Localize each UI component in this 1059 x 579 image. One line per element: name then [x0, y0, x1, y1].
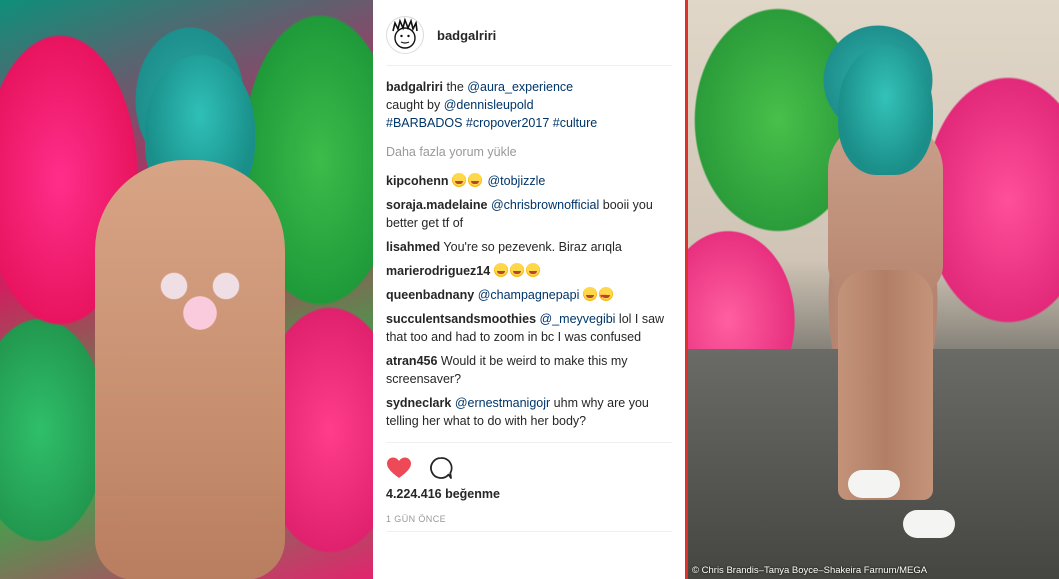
comments-section: badgalriri the @aura_experience caught b… — [386, 78, 676, 436]
heart-icon — [387, 457, 411, 478]
load-more-comments-link[interactable]: Daha fazla yorum yükle — [386, 143, 676, 161]
comment-username[interactable]: queenbadnany — [386, 288, 474, 302]
likes-count[interactable]: 4.224.416 beğenme — [386, 487, 500, 501]
photo-figure-legs — [838, 270, 933, 500]
like-button[interactable] — [386, 455, 412, 481]
photo-figure-shoe — [903, 510, 955, 538]
news-photo-right: © Chris Brandis–Tanya Boyce–Shakeira Far… — [688, 0, 1059, 579]
cry-laugh-emoji — [468, 173, 482, 187]
comment-bubble-icon — [430, 456, 453, 479]
yum-emoji — [525, 263, 540, 277]
comment-username[interactable]: atran456 — [386, 354, 437, 368]
photo-figure-shoe — [848, 470, 900, 498]
comment-username[interactable]: lisahmed — [386, 240, 440, 254]
avatar-sketch-icon — [392, 17, 418, 49]
caption-mention[interactable]: @aura_experience — [467, 80, 573, 94]
comment-username[interactable]: succulentsandsmoothies — [386, 312, 536, 326]
photo-figure-costume — [135, 250, 265, 340]
yum-emoji — [493, 263, 508, 277]
divider — [386, 531, 672, 532]
avatar[interactable] — [386, 16, 424, 54]
comment-mention[interactable]: @chrisbrownofficial — [491, 198, 599, 212]
comment-text: You're so pezevenk. Biraz arıqla — [440, 240, 622, 254]
weary-emoji — [582, 287, 597, 301]
comment: sydneclark @ernestmanigojr uhm why are y… — [386, 394, 676, 430]
heart-eyes-emoji — [598, 287, 613, 306]
post-caption: badgalriri the @aura_experience caught b… — [386, 78, 676, 132]
caption-text: the — [442, 80, 468, 94]
comment: queenbadnany @champagnepapi — [386, 286, 676, 306]
photo-credit: © Chris Brandis–Tanya Boyce–Shakeira Far… — [692, 565, 928, 576]
post-photo-left — [0, 0, 373, 579]
photo-figure-body — [95, 160, 285, 579]
cry-laugh-emoji — [452, 173, 466, 187]
post-timestamp: 1 GÜN ÖNCE — [386, 514, 447, 524]
post-header: badgalriri — [386, 5, 672, 66]
post-author-username[interactable]: badgalriri — [437, 28, 496, 43]
comment-mention[interactable]: @_meyvegibi — [540, 312, 616, 326]
comment: succulentsandsmoothies @_meyvegibi lol I… — [386, 310, 676, 346]
photo-figure-hair — [838, 45, 933, 175]
comment-username[interactable]: soraja.madelaine — [386, 198, 487, 212]
yum-emoji — [509, 263, 524, 277]
comment-username[interactable]: marierodriguez14 — [386, 264, 490, 278]
comment: kipcohenn @tobjizzle — [386, 172, 676, 190]
comment-username[interactable]: sydneclark — [386, 396, 451, 410]
comment: marierodriguez14 — [386, 262, 676, 280]
comment-username[interactable]: kipcohenn — [386, 174, 449, 188]
post-panel: badgalriri badgalriri the @aura_experien… — [373, 0, 685, 579]
comment-mention[interactable]: @ernestmanigojr — [455, 396, 550, 410]
caption-mention[interactable]: @dennisleupold — [444, 98, 534, 112]
caption-hashtags[interactable]: #BARBADOS #cropover2017 #culture — [386, 116, 597, 130]
comment: lisahmed You're so pezevenk. Biraz arıql… — [386, 238, 676, 256]
comment: atran456 Would it be weird to make this … — [386, 352, 676, 388]
comment: soraja.madelaine @chrisbrownofficial boo… — [386, 196, 676, 232]
post-actions-bar — [386, 442, 672, 492]
comment-button[interactable] — [428, 455, 454, 481]
caption-text: caught by — [386, 98, 444, 112]
caption-username[interactable]: badgalriri — [386, 80, 443, 94]
comment-mention[interactable]: @tobjizzle — [487, 174, 545, 188]
comment-mention[interactable]: @champagnepapi — [478, 288, 580, 302]
